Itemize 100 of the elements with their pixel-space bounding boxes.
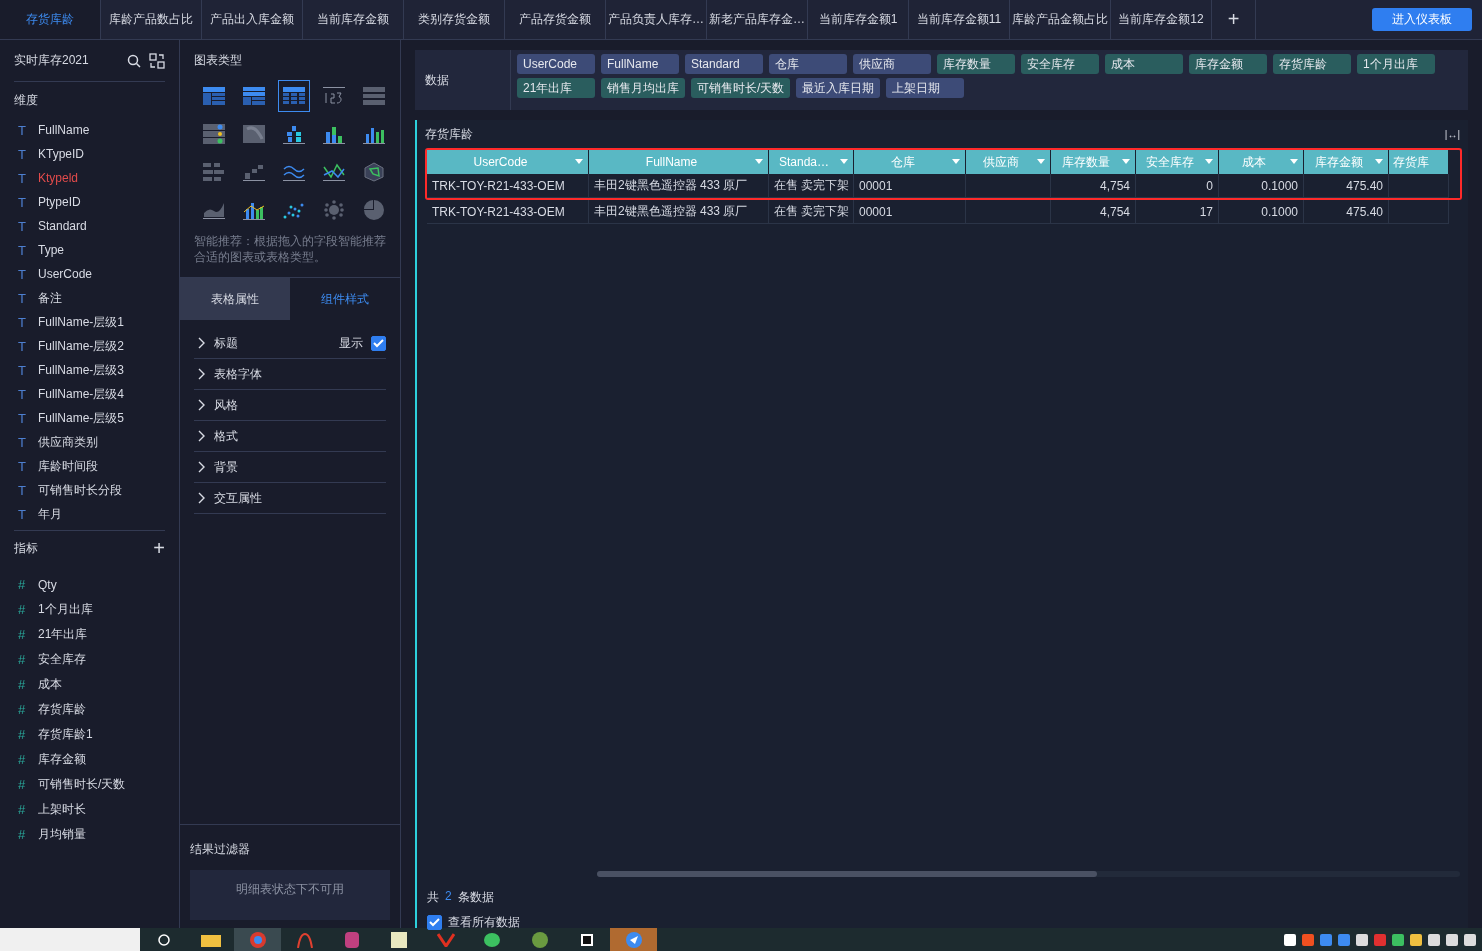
tab[interactable]: 产品存货金额 [505,0,606,39]
tab[interactable]: 产品负责人库存… [606,0,707,39]
switch-icon[interactable] [149,52,165,69]
combo-chart-icon [243,200,265,220]
dimension-item[interactable]: T 供应商类别 [14,430,165,454]
dimension-item[interactable]: T 库龄时间段 [14,454,165,478]
dataset-name: 实时库存2021 [14,52,90,69]
tab[interactable]: 当前库存金额11 [909,0,1010,39]
field-pill[interactable]: 最近入库日期 [796,78,881,98]
tray-icon[interactable] [1464,933,1476,946]
tab[interactable]: 当前库存金额12 [1111,0,1212,39]
tab[interactable]: 类别存货金额 [404,0,505,39]
tab[interactable]: 库龄产品金额占比 [1010,0,1111,39]
taskbar-search-field[interactable] [0,928,140,951]
measure-item[interactable]: # 可销售时长/天数 [14,772,165,797]
section-label: 格式 [214,427,239,445]
measure-item[interactable]: # 1个月出库 [14,597,165,622]
field-pill[interactable]: 库存数量 [937,54,1015,74]
tray-icon[interactable] [1392,933,1404,946]
dimension-item[interactable]: T 可销售时长分段 [14,478,165,502]
scrollbar[interactable] [597,871,1460,877]
property-section[interactable]: 表格字体 [194,359,386,390]
chevron-icon [198,368,206,380]
tray-icon[interactable] [1410,933,1422,946]
table-cell: 在售 卖完下架 [769,200,854,224]
tray-icon[interactable] [1284,933,1296,946]
measure-item[interactable]: # 月均销量 [14,822,165,847]
measure-item[interactable]: # 上架时长 [14,797,165,822]
caret-icon [952,159,960,164]
text-type-icon: T [18,410,28,426]
expand-button[interactable]: |↔| [1444,128,1460,140]
dimension-item[interactable]: T FullName-层级5 [14,406,165,430]
field-label: Qty [38,577,57,592]
property-section[interactable]: 风格 [194,390,386,421]
add-tab-button[interactable]: + [1212,0,1256,39]
tray-icon[interactable] [1428,933,1440,946]
field-pill[interactable]: 安全库存 [1021,54,1099,74]
dimension-item[interactable]: T FullName-层级1 [14,310,165,334]
tray-icon[interactable] [1446,933,1458,946]
dimension-item[interactable]: T PtypeID [14,190,165,214]
tab[interactable]: 库龄产品数占比 [101,0,202,39]
chevron-icon [198,492,206,504]
number-type-icon: # [18,652,28,667]
measure-item[interactable]: # 安全库存 [14,647,165,672]
field-pill[interactable]: Standard [685,54,763,74]
field-label: FullName-层级3 [38,361,124,379]
measure-item[interactable]: # 存货库龄1 [14,722,165,747]
tab[interactable]: 组件样式 [290,278,400,320]
tab[interactable]: 当前库存金额 [303,0,404,39]
measure-item[interactable]: # 21年出库 [14,622,165,647]
search-icon[interactable] [127,53,141,68]
dimension-item[interactable]: T FullName [14,118,165,142]
field-pill[interactable]: FullName [601,54,679,74]
tab[interactable]: 新老产品库存金… [707,0,808,39]
dimension-item[interactable]: T 年月 [14,502,165,526]
dimension-item[interactable]: T Type [14,238,165,262]
dashboard-button[interactable]: 进入仪表板 [1372,8,1472,31]
checkbox[interactable] [427,914,442,930]
caret-icon [1205,159,1213,164]
field-pill[interactable]: 成本 [1105,54,1183,74]
dimension-item[interactable]: T Standard [14,214,165,238]
measure-item[interactable]: # 成本 [14,672,165,697]
dimension-item[interactable]: T KTypeID [14,142,165,166]
tab[interactable]: 当前库存金额1 [808,0,909,39]
property-section[interactable]: 背景 [194,452,386,483]
field-pill[interactable]: 21年出库 [517,78,595,98]
field-pill[interactable]: 1个月出库 [1357,54,1435,74]
tab[interactable]: 产品出入库金额 [202,0,303,39]
caret-icon [1290,159,1298,164]
text-type-icon: T [18,290,28,306]
field-pill[interactable]: 仓库 [769,54,847,74]
measure-item[interactable]: # Qty [14,572,165,597]
toggle-label: 显示 [339,334,363,352]
field-pill[interactable]: 供应商 [853,54,931,74]
field-pill[interactable]: 存货库龄 [1273,54,1351,74]
field-label: FullName-层级5 [38,409,124,427]
measure-item[interactable]: # 库存金额 [14,747,165,772]
dimension-item[interactable]: T UserCode [14,262,165,286]
field-pill[interactable]: 上架日期 [886,78,965,98]
field-pill[interactable]: 库存金额 [1189,54,1267,74]
tab[interactable]: 存货库龄 [0,0,101,39]
tray-icon[interactable] [1356,933,1368,946]
property-section[interactable]: 交互属性 [194,483,386,514]
dimension-item[interactable]: T FullName-层级4 [14,382,165,406]
field-pill[interactable]: 可销售时长/天数 [691,78,791,98]
chart-type-option[interactable] [278,80,310,112]
measure-item[interactable]: # 存货库龄 [14,697,165,722]
add-button[interactable]: + [153,537,165,560]
property-section[interactable]: 标题 显示 [194,328,386,359]
tab[interactable]: 表格属性 [180,278,290,320]
field-pill[interactable]: UserCode [517,54,595,74]
table-cell [1389,174,1449,198]
field-pill[interactable]: 销售月均出库 [601,78,685,98]
dimension-item[interactable]: T FullName-层级3 [14,358,165,382]
checkbox[interactable] [371,335,386,351]
step-chart-icon [243,163,265,181]
dimension-item[interactable]: T FullName-层级2 [14,334,165,358]
dimension-item[interactable]: T Ktypeld [14,166,165,190]
dimension-item[interactable]: T 备注 [14,286,165,310]
property-section[interactable]: 格式 [194,421,386,452]
